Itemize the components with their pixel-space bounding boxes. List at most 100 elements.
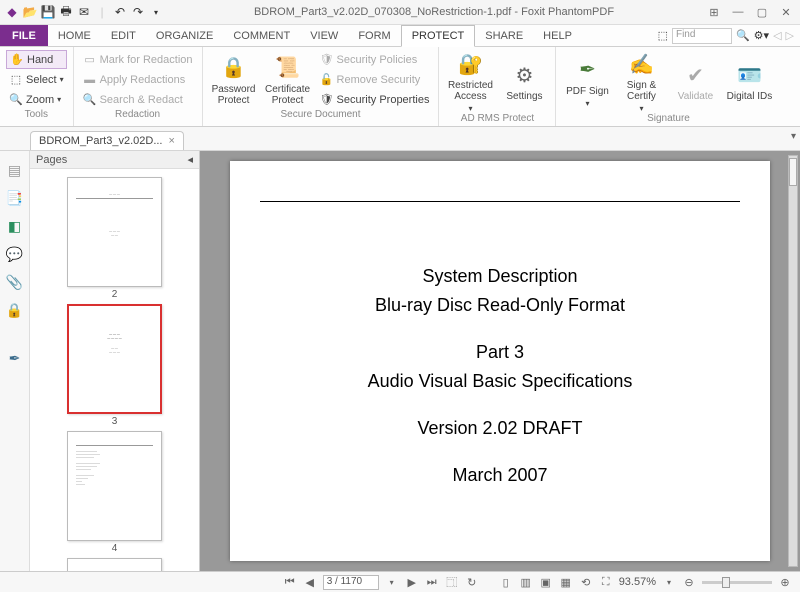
undo-icon[interactable]: ↶ <box>112 4 128 20</box>
first-page-icon[interactable]: ⏮ <box>283 575 297 589</box>
single-page-icon[interactable]: ▯ <box>499 575 513 589</box>
group-label: Tools <box>6 109 67 123</box>
page-number-input[interactable]: 3 / 1170 <box>323 575 379 590</box>
certificate-protect[interactable]: 📜Certificate Protect <box>263 50 313 109</box>
vertical-scrollbar[interactable] <box>788 155 798 567</box>
thumbnail-page-2[interactable]: — — —— — —— — 2 <box>67 177 162 300</box>
signatures-panel-icon[interactable]: ✒ <box>6 349 24 367</box>
pdf-sign[interactable]: ✒PDF Sign▾ <box>562 50 612 113</box>
mark-redaction[interactable]: ▭Mark for Redaction <box>80 50 196 69</box>
redo-icon[interactable]: ↷ <box>130 4 146 20</box>
sep-icon: | <box>94 4 110 20</box>
search-icon[interactable]: 🔍 <box>736 29 750 42</box>
thumbnail-list[interactable]: — — —— — —— — 2 — — —— — — —— —— — — 3 —… <box>30 169 199 571</box>
tab-protect[interactable]: PROTECT <box>401 25 476 47</box>
gear-icon[interactable]: ⚙▾ <box>754 29 769 42</box>
reflow-icon[interactable]: ↻ <box>465 575 479 589</box>
bookmarks-icon[interactable]: 📑 <box>6 189 24 207</box>
print-icon[interactable]: 🖶 <box>58 4 74 20</box>
mark-icon: ▭ <box>83 53 97 67</box>
shield-icon: 🛡 <box>320 53 334 67</box>
thumbnail-page-4[interactable]: ————————————————————————————————————————… <box>67 431 162 554</box>
search-input[interactable]: Find <box>672 28 732 44</box>
continuous-icon[interactable]: ▥ <box>519 575 533 589</box>
collapse-ribbon-icon[interactable]: ▾ <box>791 131 796 142</box>
restricted-access[interactable]: 🔐Restricted Access▾ <box>445 50 495 113</box>
minimize-icon[interactable]: — <box>728 4 748 20</box>
view-mode-icon[interactable]: ⿹ <box>445 575 459 589</box>
password-protect[interactable]: 🔒Password Protect <box>209 50 259 109</box>
select-tool[interactable]: ⬚Select▾ <box>6 70 67 89</box>
thumbnail-page-3[interactable]: — — —— — — —— —— — — 3 <box>67 304 162 427</box>
certificate-icon: 📜 <box>274 54 302 82</box>
menu-bar: FILE HOME EDIT ORGANIZE COMMENT VIEW FOR… <box>0 25 800 47</box>
ribbon-group-tools: ✋Hand ⬚Select▾ 🔍Zoom▾ Tools <box>0 47 74 126</box>
ribbon-toggle-icon[interactable]: ⬚ <box>658 29 668 42</box>
save-icon[interactable]: 💾 <box>40 4 56 20</box>
remove-security[interactable]: 🔓Remove Security <box>317 70 433 89</box>
ribbon-group-secure: 🔒Password Protect 📜Certificate Protect 🛡… <box>203 47 440 126</box>
next-icon[interactable]: ▷ <box>786 29 794 42</box>
rotate-icon[interactable]: ⟲ <box>579 575 593 589</box>
thumbnail-page-5[interactable]: ———————— <box>67 558 162 571</box>
continuous-facing-icon[interactable]: ▦ <box>559 575 573 589</box>
page-dropdown-icon[interactable]: ▾ <box>385 575 399 589</box>
tab-comment[interactable]: COMMENT <box>223 25 300 46</box>
group-label: Signature <box>562 113 774 124</box>
security-properties[interactable]: 🛡Security Properties <box>317 90 433 109</box>
hand-tool[interactable]: ✋Hand <box>6 50 67 69</box>
doc-line: Blu-ray Disc Read-Only Format <box>375 295 625 316</box>
next-page-icon[interactable]: ▶ <box>405 575 419 589</box>
last-page-icon[interactable]: ⏭ <box>425 575 439 589</box>
layers-icon[interactable]: ◧ <box>6 217 24 235</box>
scroll-thumb[interactable] <box>789 158 797 186</box>
prev-page-icon[interactable]: ◀ <box>303 575 317 589</box>
tab-form[interactable]: FORM <box>348 25 400 46</box>
document-viewer[interactable]: System Description Blu-ray Disc Read-Onl… <box>200 151 800 571</box>
qat-dropdown-icon[interactable]: ▾ <box>148 4 164 20</box>
restricted-icon: 🔐 <box>456 50 484 78</box>
window-title: BDROM_Part3_v2.02D_070308_NoRestriction-… <box>164 6 704 18</box>
window-buttons: ⊞ — ▢ ✕ <box>704 4 796 20</box>
zoom-tool[interactable]: 🔍Zoom▾ <box>6 90 67 109</box>
prev-icon[interactable]: ◁ <box>773 29 781 42</box>
facing-icon[interactable]: ▣ <box>539 575 553 589</box>
file-menu[interactable]: FILE <box>0 25 48 46</box>
comments-icon[interactable]: 💬 <box>6 245 24 263</box>
sign-certify[interactable]: ✍Sign & Certify▾ <box>616 50 666 113</box>
security-panel-icon[interactable]: 🔒 <box>6 301 24 319</box>
zoom-level: 93.57% <box>619 576 656 588</box>
zoom-in-icon[interactable]: ⊕ <box>778 575 792 589</box>
email-icon[interactable]: ✉ <box>76 4 92 20</box>
document-tab[interactable]: BDROM_Part3_v2.02D... × <box>30 131 184 150</box>
tab-help[interactable]: HELP <box>533 25 582 46</box>
rms-settings[interactable]: ⚙Settings <box>499 50 549 113</box>
document-tab-bar: BDROM_Part3_v2.02D... × <box>0 127 800 151</box>
tab-edit[interactable]: EDIT <box>101 25 146 46</box>
close-icon[interactable]: ✕ <box>776 4 796 20</box>
tab-home[interactable]: HOME <box>48 25 101 46</box>
close-tab-icon[interactable]: × <box>169 135 175 147</box>
tab-share[interactable]: SHARE <box>475 25 533 46</box>
digital-ids[interactable]: 🪪Digital IDs <box>724 50 774 113</box>
zoom-icon: 🔍 <box>9 93 23 107</box>
fullscreen-icon[interactable]: ⛶ <box>599 575 613 589</box>
pages-panel-icon[interactable]: ▤ <box>6 161 24 179</box>
zoom-slider-handle[interactable] <box>722 577 730 588</box>
security-policies[interactable]: 🛡Security Policies <box>317 50 433 69</box>
open-icon[interactable]: 📂 <box>22 4 38 20</box>
tab-view[interactable]: VIEW <box>300 25 348 46</box>
thumbnail-number: 2 <box>112 289 118 300</box>
zoom-dropdown-icon[interactable]: ▾ <box>662 575 676 589</box>
zoom-slider[interactable] <box>702 581 772 584</box>
grid-icon[interactable]: ⊞ <box>704 4 724 20</box>
tab-organize[interactable]: ORGANIZE <box>146 25 223 46</box>
zoom-out-icon[interactable]: ⊖ <box>682 575 696 589</box>
side-toolbar: ▤ 📑 ◧ 💬 📎 🔒 ✒ <box>0 151 30 571</box>
search-redact[interactable]: 🔍Search & Redact <box>80 90 196 109</box>
collapse-panel-icon[interactable]: ◂ <box>187 153 193 166</box>
quick-access-toolbar: ◆ 📂 💾 🖶 ✉ | ↶ ↷ ▾ <box>4 4 164 20</box>
attachments-icon[interactable]: 📎 <box>6 273 24 291</box>
maximize-icon[interactable]: ▢ <box>752 4 772 20</box>
unlock-icon: 🔓 <box>320 73 334 87</box>
